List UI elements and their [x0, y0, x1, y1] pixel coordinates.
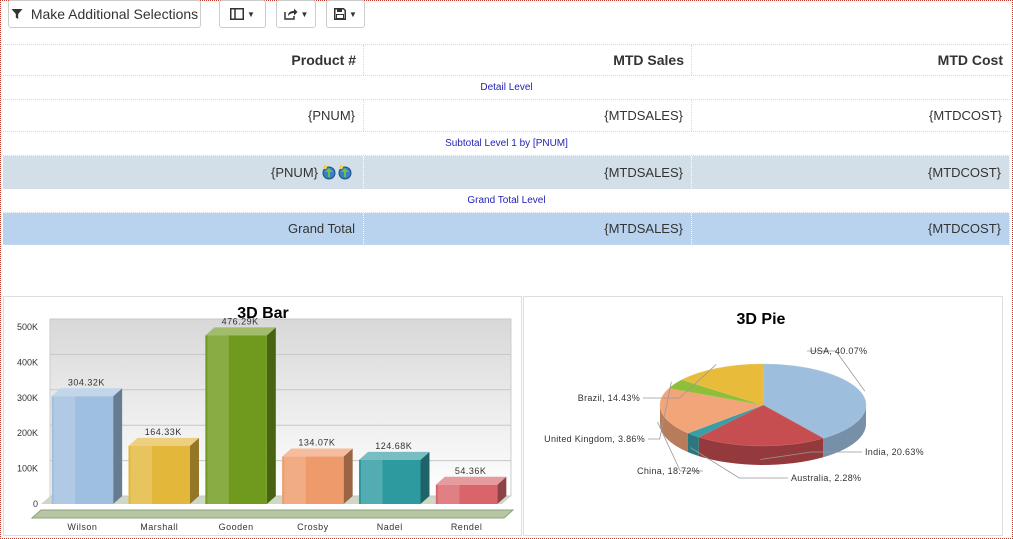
svg-text:United Kingdom, 3.86%: United Kingdom, 3.86%: [544, 434, 645, 444]
pie-chart: 3D Pie USA, 40.07% India, 20.63% Australia…: [544, 311, 924, 483]
pie-label: United Kingdom, 3.86%: [544, 381, 672, 444]
detail-row: {PNUM} {MTDSALES} {MTDCOST}: [3, 100, 1010, 132]
drill-down-icon[interactable]: [321, 163, 355, 181]
bar-gooden[interactable]: 476.29K: [205, 316, 276, 504]
bar-data-label: 164.33K: [145, 427, 182, 437]
svg-text:China, 18.72%: China, 18.72%: [637, 466, 700, 476]
bar-category-label: Marshall: [140, 522, 178, 532]
svg-text:Brazil, 14.43%: Brazil, 14.43%: [578, 393, 640, 403]
bar-chart: 3D Bar 0100K200K300K400K500K 304.32K164.…: [17, 305, 515, 532]
subtotal-row: {PNUM} {MTDSALES} {MTDCOST}: [3, 156, 1010, 189]
bar-data-label: 476.29K: [222, 316, 259, 326]
bar-y-tick: 300K: [17, 393, 38, 403]
subtotal-pnum: {PNUM}: [271, 164, 318, 180]
bar-y-tick: 200K: [17, 428, 38, 438]
bar-y-tick: 400K: [17, 357, 38, 367]
bar-y-axis: 0 100K 200K 300K 400K 500K: [17, 322, 38, 509]
bar-y-tick: 100K: [17, 464, 38, 474]
header-product[interactable]: Product #: [3, 45, 364, 75]
chevron-down-icon: ▼: [247, 9, 255, 19]
bar-category-label: Crosby: [297, 522, 329, 532]
header-mtd-cost[interactable]: MTD Cost: [692, 45, 1010, 75]
detail-pnum: {PNUM}: [3, 100, 364, 131]
bar-y-tick: 500K: [17, 322, 38, 332]
bar-category-label: Rendel: [451, 522, 483, 532]
export-icon: [283, 8, 298, 20]
header-row: Product # MTD Sales MTD Cost: [3, 44, 1010, 76]
grand-total-row: Grand Total {MTDSALES} {MTDCOST}: [3, 213, 1010, 245]
chevron-down-icon: ▼: [300, 9, 309, 19]
columns-button[interactable]: ▼: [219, 0, 266, 28]
save-icon: [334, 8, 347, 20]
report-grid: Product # MTD Sales MTD Cost Detail Leve…: [3, 44, 1010, 245]
bar-chart-panel: 3D Bar 0 100K 200K 300K 400K 500K 304.32K 164.…: [3, 296, 522, 536]
bar-category-label: Wilson: [67, 522, 97, 532]
detail-level-label: Detail Level: [480, 82, 533, 93]
detail-level-row: Detail Level: [3, 76, 1010, 100]
make-selections-button[interactable]: Make Additional Selections: [8, 0, 201, 28]
header-mtd-sales[interactable]: MTD Sales: [364, 45, 692, 75]
grand-total-mtd-cost: {MTDCOST}: [692, 213, 1010, 244]
columns-icon: [230, 8, 245, 20]
pie-chart-panel: 3D Pie USA, 40.07% India, 20.63% Australia…: [523, 296, 1003, 536]
bar-y-tick: 0: [33, 499, 38, 509]
detail-mtd-cost: {MTDCOST}: [929, 108, 1002, 123]
svg-text:Australia, 2.28%: Australia, 2.28%: [791, 473, 861, 483]
bar-data-label: 54.36K: [455, 466, 487, 476]
grand-total-label: Grand Total: [3, 213, 364, 244]
grand-total-level-row: Grand Total Level: [3, 189, 1010, 213]
bar-data-label: 134.07K: [298, 438, 335, 448]
export-button[interactable]: ▼: [276, 0, 316, 28]
subtotal-pnum-cell: {PNUM}: [3, 156, 364, 188]
bar-category-label: Gooden: [219, 522, 254, 532]
subtotal-level-row: Subtotal Level 1 by [PNUM]: [3, 132, 1010, 156]
pie-chart-title: 3D Pie: [737, 311, 786, 328]
filter-icon: [11, 8, 23, 20]
grand-total-mtd-sales: {MTDSALES}: [364, 213, 692, 244]
grand-total-level-label: Grand Total Level: [467, 195, 546, 206]
svg-text:USA, 40.07%: USA, 40.07%: [810, 346, 867, 356]
bar-category-label: Nadel: [377, 522, 403, 532]
detail-mtd-sales: {MTDSALES}: [364, 100, 692, 131]
bar-marshall[interactable]: 164.33K: [128, 427, 199, 504]
bar-data-label: 124.68K: [375, 441, 412, 451]
svg-text:India, 20.63%: India, 20.63%: [865, 447, 924, 457]
pie-series: [659, 363, 867, 465]
bar-data-label: 304.32K: [68, 377, 105, 387]
bar-x-axis: Wilson Marshall Gooden Crosby Nadel Rendel: [67, 522, 483, 532]
subtotal-level-label: Subtotal Level 1 by [PNUM]: [445, 138, 568, 149]
chevron-down-icon: ▼: [349, 9, 357, 19]
subtotal-mtd-cost: {MTDCOST}: [692, 156, 1010, 188]
bar-wilson[interactable]: 304.32K: [51, 377, 123, 504]
make-selections-label: Make Additional Selections: [30, 6, 199, 22]
save-button[interactable]: ▼: [326, 0, 365, 28]
subtotal-mtd-sales: {MTDSALES}: [364, 156, 692, 188]
